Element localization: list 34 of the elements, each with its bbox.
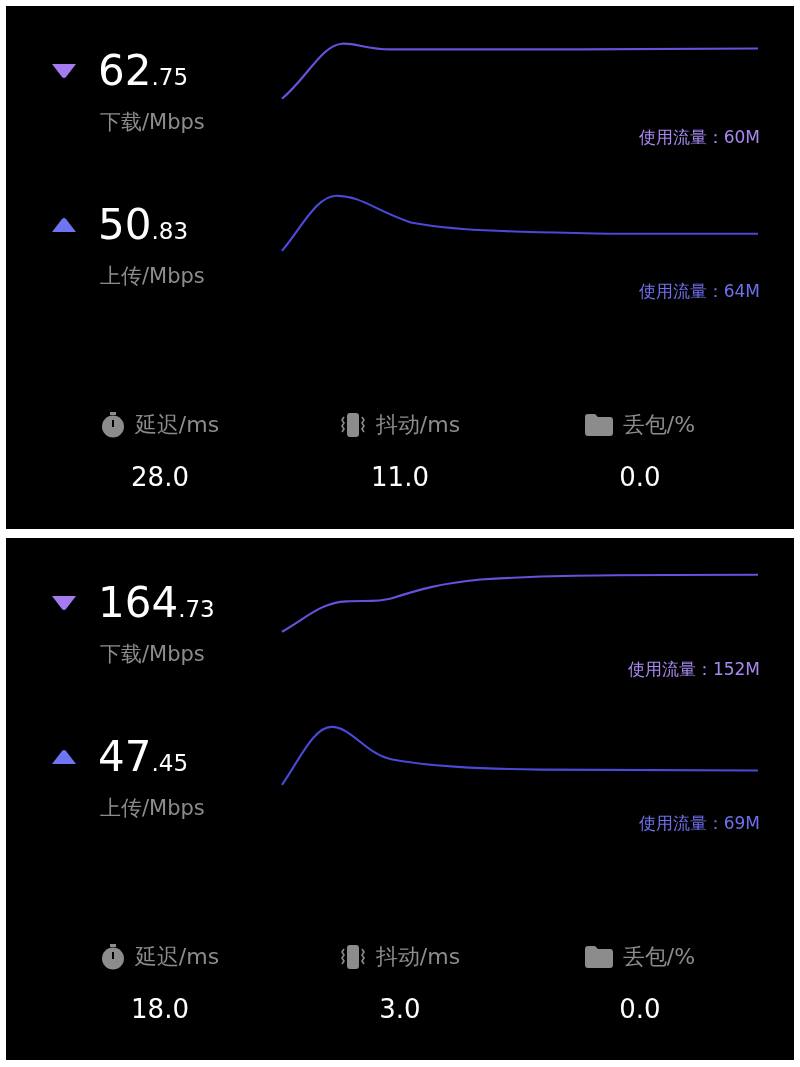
stat-label: 抖动/ms [375,942,461,971]
stat-value: 0.0 [619,462,661,492]
up-triangle-icon [52,218,76,232]
data-usage: 使用流量：60M [638,126,760,149]
speed-unit: 上传/Mbps [100,263,206,290]
stat-label: 丢包/% [622,411,696,439]
stat-value: 3.0 [379,993,421,1024]
folder-icon [584,414,613,436]
speed-value: 50.83 [98,204,189,246]
stat-label: 抖动/ms [375,411,461,439]
stopwatch-icon [100,412,125,438]
stopwatch-icon [100,943,125,970]
down-triangle-icon [52,64,76,78]
stat-label: 延迟/ms [134,942,220,971]
data-usage: 使用流量：64M [638,280,760,303]
vibrating-phone-icon [339,943,366,970]
data-usage: 使用流量：152M [627,657,760,681]
stat-value: 28.0 [131,462,189,492]
speed-value: 164.73 [98,581,215,624]
stat-value: 0.0 [619,993,661,1024]
stat-value: 18.0 [131,993,189,1024]
speed-unit: 下载/Mbps [100,109,206,136]
speed-unit: 下载/Mbps [100,640,206,668]
stat-value: 11.0 [371,462,429,492]
data-usage: 使用流量：69M [638,811,760,835]
folder-icon [584,945,613,968]
speed-unit: 上传/Mbps [100,794,206,822]
stat-label: 丢包/% [622,942,696,971]
stat-label: 延迟/ms [134,411,220,439]
speed-value: 62.75 [98,50,189,92]
vibrating-phone-icon [339,412,366,438]
down-triangle-icon [52,595,76,610]
up-triangle-icon [52,749,76,764]
speed-value: 47.45 [98,735,189,778]
